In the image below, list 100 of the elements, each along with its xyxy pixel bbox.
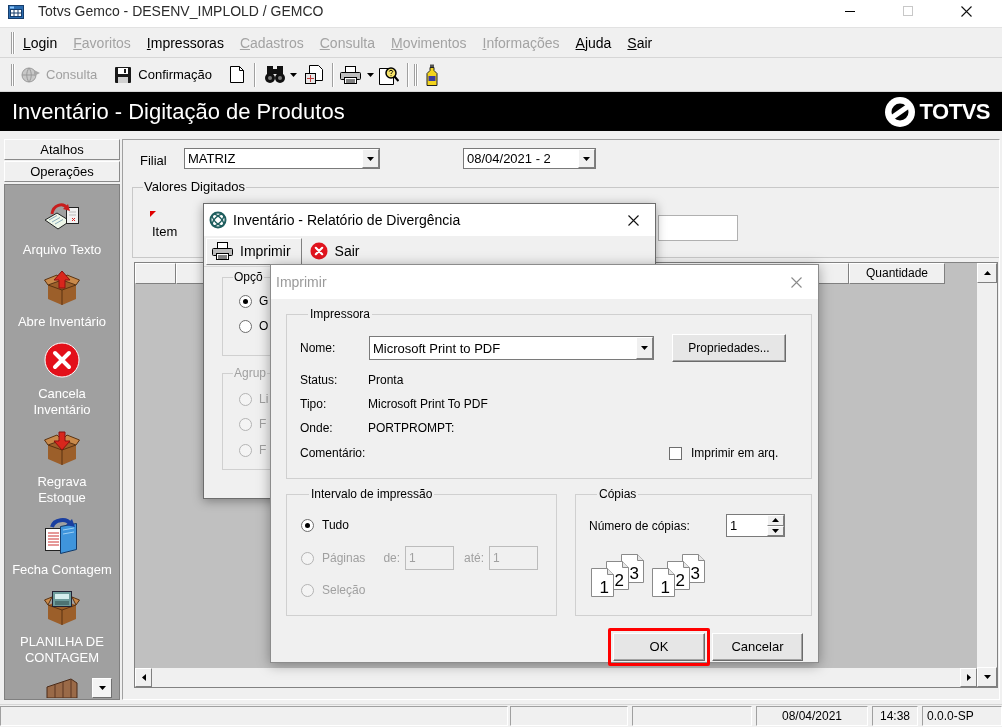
field-label: Item [152, 224, 178, 240]
error-circle-icon [44, 342, 80, 378]
grip-handle[interactable] [11, 63, 15, 86]
field-label: de: [383, 551, 401, 565]
close-icon [960, 5, 972, 17]
toolbar-button[interactable]: Sair [303, 237, 371, 265]
properties-button[interactable]: Propriedades... [672, 334, 786, 362]
dialog-title: Inventário - Relatório de Divergência [233, 211, 461, 229]
group-title: Agrup [233, 366, 268, 380]
app-icon [8, 4, 24, 20]
arrow-right-icon [966, 674, 971, 681]
input-field[interactable] [658, 215, 738, 241]
arrow-up-icon [983, 271, 991, 275]
field-label: até: [464, 551, 485, 565]
box-up-arrow-icon [44, 270, 80, 306]
field-value: PORTPROMPT: [368, 421, 455, 435]
horizontal-scrollbar[interactable] [135, 668, 977, 687]
radio-button[interactable] [239, 294, 252, 308]
arrow-up-icon [772, 518, 779, 523]
spin-field[interactable]: 1 [726, 514, 785, 537]
printer-combo[interactable]: Microsoft Print to PDF [369, 336, 654, 360]
group-title: Opçõ [233, 270, 264, 284]
bottle-icon[interactable] [426, 63, 438, 86]
radio-button[interactable] [301, 518, 314, 532]
book-arrow-icon [44, 518, 80, 554]
count-combo[interactable]: 08/04/2021 - 2 [463, 148, 596, 169]
crate-icon [45, 678, 79, 698]
caret-icon [98, 686, 106, 690]
field-label: Onde: [300, 421, 333, 435]
caret-icon [641, 346, 648, 350]
dropdown-button[interactable] [636, 337, 653, 359]
scroll-down-button[interactable] [92, 678, 112, 698]
ring-icon [209, 211, 227, 229]
vertical-scrollbar[interactable] [977, 263, 997, 687]
scroll-up-button[interactable] [977, 263, 997, 283]
checkbox[interactable] [669, 446, 682, 460]
blank-page-icon[interactable] [230, 66, 244, 83]
column-header[interactable]: Quantidade [849, 263, 945, 284]
binoculars-icon[interactable] [265, 66, 285, 83]
radio-label: Tudo [322, 518, 349, 532]
menu-item[interactable]: Sair [619, 33, 661, 52]
minimize-icon [845, 10, 855, 12]
dropdown-button[interactable] [362, 149, 379, 168]
field-value: Pronta [368, 373, 404, 387]
status-panel: 08/04/2021 [756, 706, 868, 726]
toolbar-button[interactable]: Imprimir [206, 237, 302, 265]
radio-label: Li [259, 392, 269, 406]
field-label: Comentário: [300, 446, 366, 460]
grip-handle[interactable] [11, 31, 15, 54]
scroll-left-button[interactable] [135, 668, 152, 687]
caret-icon[interactable] [290, 72, 297, 77]
spin-down-button[interactable] [767, 525, 784, 536]
cancel-button[interactable]: Cancelar [712, 633, 803, 661]
radio-label: Páginas [322, 551, 366, 565]
field-label: Status: [300, 373, 338, 387]
menu-item[interactable]: Login [15, 33, 66, 52]
window-title: Totvs Gemco - DESENV_IMPLOLD / GEMCO [38, 2, 324, 20]
radio-label: F [259, 417, 267, 431]
field-label: Nome: [300, 341, 337, 355]
dialog-title: Imprimir [276, 273, 327, 291]
radio-label: F [259, 443, 267, 457]
caret-icon[interactable] [367, 72, 374, 77]
status-panel: 14:38 [872, 706, 918, 726]
caret-icon [583, 156, 590, 161]
ok-button[interactable]: OK [613, 633, 705, 661]
close-icon [790, 276, 802, 288]
grip-handle[interactable] [414, 63, 418, 86]
field-label: Filial [140, 152, 168, 169]
spin-up-button[interactable] [767, 515, 784, 526]
menu-item[interactable]: Impressoras [138, 33, 232, 52]
dropdown-button[interactable] [578, 149, 595, 168]
field-label: Tipo: [300, 397, 327, 411]
group-title: Cópias [598, 487, 638, 501]
section-button[interactable]: Operações [4, 161, 120, 182]
section-button[interactable]: Atalhos [4, 139, 120, 160]
logo-text: TOTVS [919, 98, 990, 125]
box-down-arrow-icon [44, 430, 80, 466]
branch-combo[interactable]: MATRIZ [184, 148, 380, 169]
logo-icon [883, 95, 916, 128]
group-title: Impressora [309, 307, 372, 321]
radio-label: G [259, 294, 269, 308]
radio-button[interactable] [239, 319, 252, 333]
scroll-right-button[interactable] [960, 668, 977, 687]
menu-item[interactable]: Ajuda [567, 33, 620, 52]
group-title: Valores Digitados [143, 180, 246, 194]
magnifier-page-icon[interactable] [379, 64, 399, 85]
error-circle-icon [309, 242, 328, 260]
field-value: Microsoft Print To PDF [368, 397, 488, 411]
maximize-icon [903, 6, 913, 16]
document-icon[interactable] [305, 65, 324, 84]
scroll-down-button[interactable] [977, 667, 997, 687]
arrow-left-icon [141, 674, 146, 681]
column-header[interactable] [135, 263, 176, 284]
printer-icon[interactable] [340, 65, 361, 84]
checkbox-label: Imprimir em arq. [691, 446, 779, 460]
toolbar-button[interactable]: Confirmação [112, 61, 215, 88]
radio-label: Seleção [322, 583, 366, 597]
document-arrow-icon [44, 202, 80, 230]
box-device-icon [44, 590, 80, 626]
status-panel: 0.0.0-SP [922, 706, 1002, 726]
